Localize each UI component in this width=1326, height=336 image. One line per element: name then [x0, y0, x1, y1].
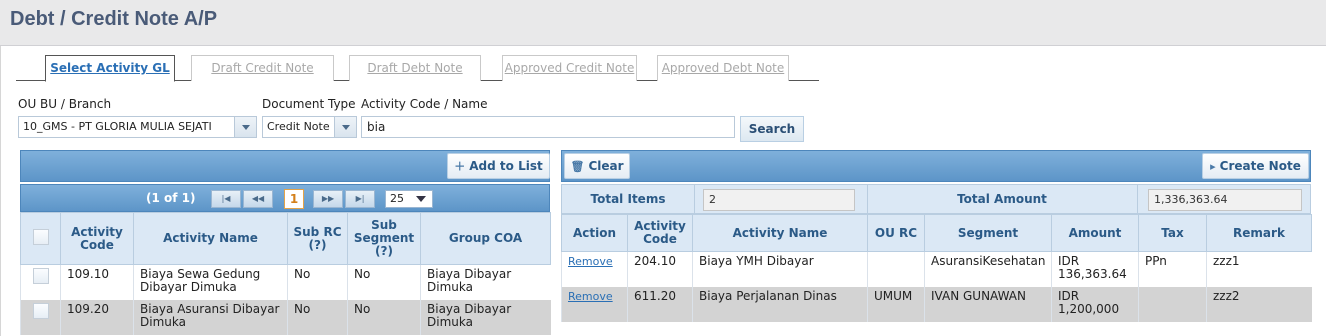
activity-code-cell: 109.10: [60, 264, 134, 300]
row-checkbox[interactable]: [32, 302, 49, 319]
tab-approved-credit-note[interactable]: Approved Credit Note: [502, 55, 637, 81]
page-count-text: (1 of 1): [146, 191, 196, 205]
select-all-header[interactable]: [20, 212, 61, 265]
chevron-down-icon[interactable]: [334, 117, 356, 137]
activity-code-cell: 611.20: [627, 286, 693, 322]
add-to-list-label: Add to List: [469, 159, 543, 173]
page-header: Debt / Credit Note A/P: [0, 0, 1326, 46]
prev-page-button[interactable]: ◀◀: [243, 190, 273, 208]
col-activity-code: Activity Code: [627, 214, 693, 252]
col-segment: Segment: [924, 214, 1052, 252]
pager: (1 of 1) |◀ ◀◀ 1 ▶▶ ▶| 25: [20, 184, 550, 212]
left-panel-toolbar: ＋ Add to List: [20, 150, 550, 182]
total-amount-field: 1,336,363.64: [1148, 189, 1302, 211]
create-note-label: Create Note: [1219, 159, 1301, 173]
remark-cell: zzz2: [1206, 286, 1312, 322]
col-sub-segment: Sub Segment (?): [347, 212, 421, 265]
ou-branch-select[interactable]: 10_GMS - PT GLORIA MULIA SEJATI: [18, 116, 257, 138]
activity-code-cell: 204.10: [627, 251, 693, 287]
activity-name-cell: Biaya Sewa Gedung Dibayar Dimuka: [133, 264, 288, 300]
tab-select-activity-gl[interactable]: Select Activity GL: [45, 55, 175, 82]
page-title: Debt / Credit Note A/P: [10, 8, 218, 30]
amount-cell: IDR 1,200,000: [1051, 286, 1139, 322]
group-coa-cell: Biaya Dibayar Dimuka: [420, 264, 551, 300]
next-page-button[interactable]: ▶▶: [313, 190, 343, 208]
document-type-value: Credit Note: [267, 120, 330, 133]
add-to-list-button[interactable]: ＋ Add to List: [447, 153, 550, 179]
tax-cell: PPn: [1138, 251, 1207, 287]
first-page-button[interactable]: |◀: [211, 190, 241, 208]
col-remark: Remark: [1206, 214, 1312, 252]
col-group-coa: Group COA: [420, 212, 551, 265]
clear-button[interactable]: 🗑 Clear: [564, 153, 630, 179]
sub-rc-cell: No: [287, 264, 348, 300]
segment-cell: IVAN GUNAWAN: [924, 286, 1052, 322]
activity-name-cell: Biaya Asuransi Dibayar Dimuka: [133, 299, 288, 335]
amount-cell: IDR 136,363.64: [1051, 251, 1139, 287]
totals-row: Total Items 2 Total Amount 1,336,363.64: [561, 184, 1311, 214]
tab-approved-debt-note[interactable]: Approved Debt Note: [657, 55, 789, 81]
sub-segment-cell: No: [347, 299, 421, 335]
note-items-table: Action Activity Code Activity Name OU RC…: [561, 214, 1312, 322]
table-row[interactable]: 109.20 Biaya Asuransi Dibayar Dimuka No …: [20, 299, 551, 335]
clear-label: Clear: [588, 159, 624, 173]
last-page-button[interactable]: ▶|: [345, 190, 375, 208]
col-amount: Amount: [1051, 214, 1139, 252]
row-checkbox[interactable]: [32, 268, 49, 284]
create-note-button[interactable]: ▸ Create Note: [1202, 153, 1309, 179]
remove-link[interactable]: Remove: [568, 255, 613, 268]
group-coa-cell: Biaya Dibayar Dimuka: [420, 299, 551, 335]
activity-name-cell: Biaya YMH Dibayar: [692, 251, 868, 287]
tax-cell: [1138, 286, 1207, 322]
table-row: Remove 611.20 Biaya Perjalanan Dinas UMU…: [561, 286, 1312, 322]
trash-icon: 🗑: [570, 160, 585, 173]
col-sub-rc: Sub RC (?): [287, 212, 348, 265]
search-button[interactable]: Search: [740, 116, 804, 142]
sub-segment-cell: No: [347, 264, 421, 300]
ou-rc-cell: [867, 251, 925, 287]
ou-branch-value: 10_GMS - PT GLORIA MULIA SEJATI: [23, 120, 212, 133]
tab-draft-credit-note[interactable]: Draft Credit Note: [191, 55, 334, 81]
remark-cell: zzz1: [1206, 251, 1312, 287]
ou-branch-label: OU BU / Branch: [18, 97, 112, 111]
sub-rc-cell: No: [287, 299, 348, 335]
document-type-label: Document Type: [262, 97, 356, 111]
play-icon: ▸: [1210, 160, 1216, 173]
divider: [1137, 185, 1138, 213]
chevron-down-icon[interactable]: [234, 117, 256, 137]
col-activity-name: Activity Name: [133, 212, 288, 265]
page-size-select[interactable]: 25: [385, 190, 433, 208]
right-panel-toolbar: 🗑 Clear ▸ Create Note: [561, 150, 1311, 182]
ou-rc-cell: UMUM: [867, 286, 925, 322]
total-items-label: Total Items: [590, 192, 666, 206]
col-activity-name: Activity Name: [692, 214, 868, 252]
remove-link[interactable]: Remove: [568, 290, 613, 303]
table-row[interactable]: 109.10 Biaya Sewa Gedung Dibayar Dimuka …: [20, 264, 551, 300]
activity-search-input[interactable]: [361, 116, 735, 138]
col-action: Action: [561, 214, 628, 252]
select-all-checkbox[interactable]: [32, 229, 49, 245]
table-row: Remove 204.10 Biaya YMH Dibayar Asuransi…: [561, 251, 1312, 287]
current-page[interactable]: 1: [284, 189, 304, 209]
segment-cell: AsuransiKesehatan: [924, 251, 1052, 287]
activity-table: Activity Code Activity Name Sub RC (?) S…: [20, 212, 551, 335]
activity-code-cell: 109.20: [60, 299, 134, 335]
total-amount-label: Total Amount: [957, 192, 1047, 206]
col-activity-code: Activity Code: [60, 212, 134, 265]
divider: [694, 185, 695, 213]
col-tax: Tax: [1138, 214, 1207, 252]
activity-name-cell: Biaya Perjalanan Dinas: [692, 286, 868, 322]
tab-draft-debt-note[interactable]: Draft Debt Note: [349, 55, 481, 81]
col-ou-rc: OU RC: [867, 214, 925, 252]
activity-code-label: Activity Code / Name: [361, 97, 488, 111]
plus-icon: ＋: [454, 160, 466, 173]
document-type-select[interactable]: Credit Note: [262, 116, 357, 138]
total-items-field: 2: [703, 189, 855, 211]
